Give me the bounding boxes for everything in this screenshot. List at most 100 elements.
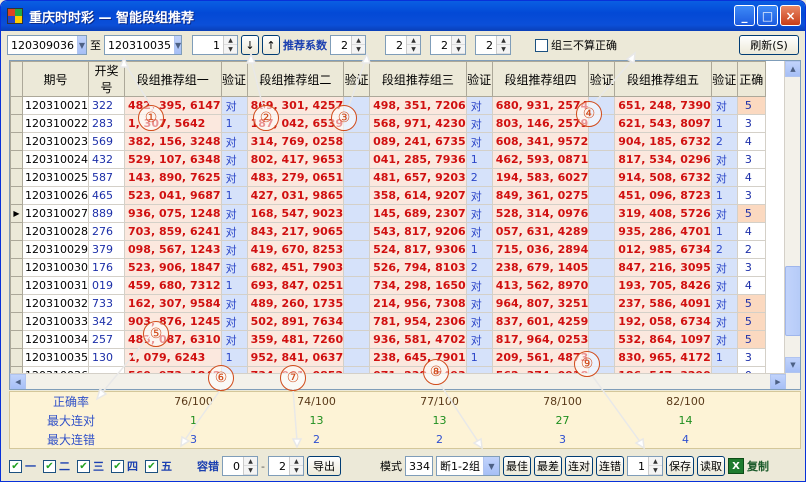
spin-up-icon[interactable]: ▲ [648,457,662,466]
read-button[interactable]: 读取 [696,456,725,476]
win-streak-button[interactable]: 连对 [564,456,593,476]
group-checkbox-2[interactable]: ✔ [43,459,56,473]
count-spinner[interactable]: 1 ▲ ▼ [626,456,663,476]
table-row[interactable]: ▶ 120310027 889 936, 075, 1248 对 168, 547, 90… [10,204,766,223]
minimize-button[interactable]: _ [734,5,755,26]
table-row[interactable]: 120310025 587 143, 890, 7625 对 483, 279, 065… [10,168,766,187]
table-row[interactable]: 120310032 733 162, 307, 9584 对 489, 260, 173… [10,294,766,313]
spin-down-icon[interactable]: ▼ [244,466,257,475]
lose-streak-button[interactable]: 连错 [595,456,624,476]
spin-down-icon[interactable]: ▼ [289,466,303,475]
scroll-left-icon[interactable]: ◀ [10,374,26,389]
step-spinner[interactable]: 1 ▲ ▼ [192,35,238,55]
column-header[interactable]: 段组推荐组一 [124,61,222,97]
table-row[interactable]: 120310030 176 523, 906, 1847 对 682, 451, 790… [10,258,766,277]
mode-value-field[interactable]: 334 [404,456,433,476]
table-row[interactable]: 120310034 257 483, 087, 6310 对 359, 481, 726… [10,330,766,349]
coef-spinner-4[interactable]: 2 ▲ ▼ [475,35,511,55]
save-button[interactable]: 保存 [665,456,694,476]
table-row[interactable]: 120310028 276 703, 859, 6241 对 843, 217, 906… [10,222,766,241]
spin-down-icon[interactable]: ▼ [648,466,662,475]
draw-number-cell: 176 [88,258,125,277]
column-header[interactable]: 开奖号 [88,61,125,97]
table-row[interactable]: 120310026 465 523, 041, 9687 1 427, 031, 986… [10,186,766,205]
column-header[interactable]: 验证 [465,61,493,97]
table-row[interactable]: 120310022 283 1, 307, 5642 1 187, 042, 6539 5… [10,114,766,133]
spin-down-icon[interactable]: ▼ [452,45,465,54]
copy-button[interactable]: 复制 [747,458,769,474]
table-row[interactable]: 120310023 569 382, 156, 3248 对 314, 769, 025… [10,132,766,151]
table-row[interactable]: 120310033 342 903, 876, 1245 对 502, 891, 763… [10,312,766,331]
tolerance-spinner-b[interactable]: 2 ▲ ▼ [267,456,304,476]
table-row[interactable]: 120310021 322 482, 395, 6147 对 869, 301, 425… [10,96,766,115]
vertical-scrollbar[interactable]: ▲ ▼ [784,61,800,389]
group3-checkbox[interactable] [535,38,548,52]
column-header[interactable]: 验证 [220,61,248,97]
scroll-up-icon[interactable]: ▲ [785,61,800,77]
refresh-button[interactable]: 刷新(S) [739,35,799,55]
group-checkbox-4[interactable]: ✔ [111,459,124,473]
tolerance-spinner-a[interactable]: 0 ▲ ▼ [222,456,258,476]
group-cell: 483, 087, 6310 [124,330,222,349]
row-indicator [10,96,23,115]
move-up-button[interactable]: ↑ [262,35,280,55]
coef-spinner-3[interactable]: 2 ▲ ▼ [430,35,466,55]
mode-select[interactable]: 断1-2组 ▼ [435,456,500,476]
spin-down-icon[interactable]: ▼ [224,45,237,54]
draw-number-cell: 889 [88,204,125,223]
spin-down-icon[interactable]: ▼ [497,45,510,54]
spin-up-icon[interactable]: ▲ [289,457,303,466]
spin-up-icon[interactable]: ▲ [224,36,237,45]
correct-count-cell: 3 [736,150,766,169]
spin-up-icon[interactable]: ▲ [497,36,510,45]
row-indicator [10,276,23,295]
maximize-button[interactable]: □ [757,5,778,26]
group-checkbox-1[interactable]: ✔ [9,459,22,473]
close-button[interactable]: × [780,5,801,26]
column-header[interactable]: 验证 [343,61,371,97]
spin-up-icon[interactable]: ▲ [407,36,420,45]
coef-spinner-1[interactable]: 2 ▲ ▼ [330,35,366,55]
draw-number-cell: 019 [88,276,125,295]
verify-cell: 1 [710,114,738,133]
scroll-right-icon[interactable]: ▶ [770,374,786,389]
move-down-button[interactable]: ↓ [241,35,259,55]
worst-button[interactable]: 最差 [533,456,562,476]
spin-up-icon[interactable]: ▲ [452,36,465,45]
table-row[interactable]: 120310035 130 1, 079, 6243 1 952, 841, 0637 2… [10,348,766,367]
spin-up-icon[interactable]: ▲ [352,36,365,45]
table-row[interactable]: 120310029 379 098, 567, 1243 对 419, 670, 825… [10,240,766,259]
verify-cell [588,240,616,259]
column-header[interactable]: 验证 [710,61,738,97]
best-button[interactable]: 最佳 [502,456,531,476]
excel-icon[interactable]: X [727,458,744,474]
column-header[interactable]: 正确 [736,61,766,97]
scroll-thumb[interactable] [785,266,800,336]
export-button[interactable]: 导出 [306,456,341,476]
horizontal-scrollbar[interactable]: ◀ ▶ [10,373,786,389]
spin-down-icon[interactable]: ▼ [407,45,420,54]
column-header[interactable]: 段组推荐组四 [491,61,590,97]
verify-cell: 1 [710,186,738,205]
stat-value: 78/100 [543,395,582,408]
column-header[interactable]: 验证 [588,61,616,97]
column-header[interactable]: 段组推荐组三 [369,61,467,97]
group-cell: 936, 075, 1248 [124,204,222,223]
group-checkbox-3[interactable]: ✔ [77,459,90,473]
coef-spinner-2[interactable]: 2 ▲ ▼ [385,35,421,55]
mode-value: 334 [408,459,430,473]
group-checkbox-5[interactable]: ✔ [145,459,158,473]
column-header[interactable]: 段组推荐组二 [246,61,345,97]
results-grid[interactable]: 期号 开奖号 段组推荐组一 验证 段组推荐组二 验证 段组推荐组三 验证 段组推荐组四 验证 段组推… [9,60,801,390]
column-header[interactable]: 段组推荐组五 [614,61,712,97]
chevron-down-icon: ▼ [482,457,499,475]
to-period-select[interactable]: 120310035 ▼ [104,35,182,55]
scroll-down-icon[interactable]: ▼ [785,357,800,373]
table-row[interactable]: 120310031 019 459, 680, 7312 1 693, 847, 025… [10,276,766,295]
table-row[interactable]: 120310024 432 529, 107, 6348 对 802, 417, 965… [10,150,766,169]
from-period-select[interactable]: 120309036 ▼ [7,35,87,55]
title-bar[interactable]: 重庆时时彩 — 智能段组推荐 _ □ × [1,1,805,31]
spin-up-icon[interactable]: ▲ [244,457,257,466]
column-header[interactable]: 期号 [22,61,89,97]
spin-down-icon[interactable]: ▼ [352,45,365,54]
